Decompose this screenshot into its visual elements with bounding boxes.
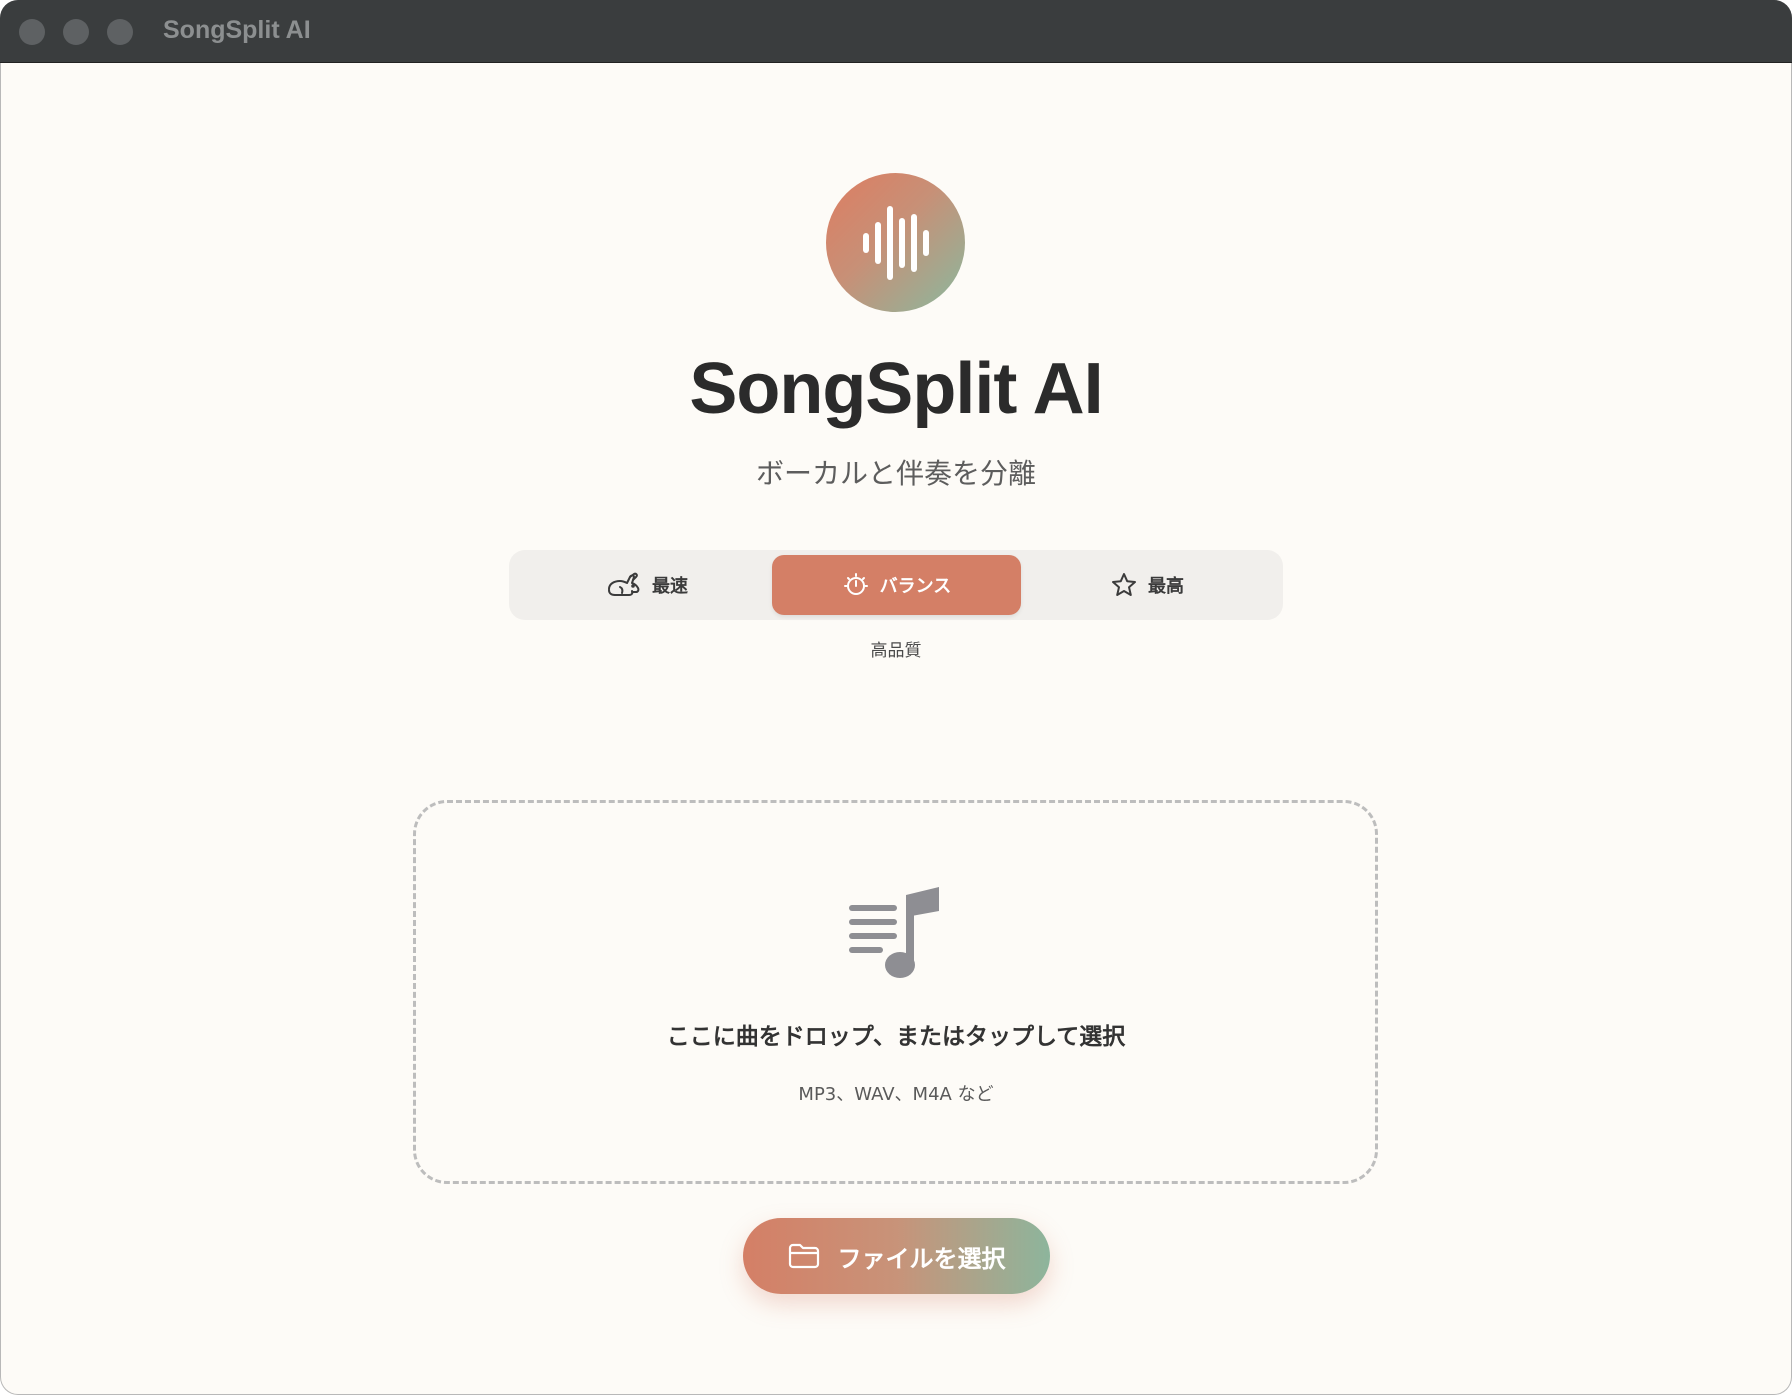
app-subtitle: ボーカルと伴奏を分離: [755, 457, 1036, 490]
rabbit-icon: [608, 572, 640, 596]
quality-caption: 高品質: [870, 641, 922, 661]
timer-icon: [843, 573, 868, 595]
close-window-button[interactable]: [19, 19, 45, 45]
app-title: SongSplit AI: [689, 349, 1103, 429]
minimize-window-button[interactable]: [63, 19, 89, 45]
quality-option-balance-label: バランス: [879, 576, 952, 597]
quality-option-best[interactable]: 最高: [1021, 555, 1273, 615]
music-list-icon: [849, 887, 939, 978]
choose-file-button[interactable]: ファイルを選択: [743, 1218, 1050, 1294]
app-logo: [826, 173, 965, 312]
quality-option-fastest[interactable]: 最速: [521, 555, 773, 615]
file-drop-zone[interactable]: [413, 800, 1378, 1184]
drop-zone-title: ここに曲をドロップ、またはタップして選択: [666, 1024, 1126, 1050]
quality-option-fastest-label: 最速: [652, 576, 688, 597]
quality-option-best-label: 最高: [1148, 576, 1184, 597]
waveform-icon: [862, 205, 929, 280]
window-title: SongSplit AI: [163, 16, 311, 44]
quality-selector: 最速 バランス 最高: [509, 550, 1283, 620]
app-window: SongSplit AI SongSplit AI ボーカルと伴奏を分離 最速 …: [0, 0, 1792, 1395]
folder-icon: [788, 1243, 819, 1269]
supported-formats: MP3、WAV、M4A など: [798, 1084, 994, 1105]
choose-file-button-label: ファイルを選択: [837, 1244, 1006, 1273]
star-icon: [1112, 573, 1136, 596]
quality-option-balance[interactable]: バランス: [772, 555, 1021, 615]
maximize-window-button[interactable]: [107, 19, 133, 45]
title-bar[interactable]: SongSplit AI: [0, 0, 1792, 63]
